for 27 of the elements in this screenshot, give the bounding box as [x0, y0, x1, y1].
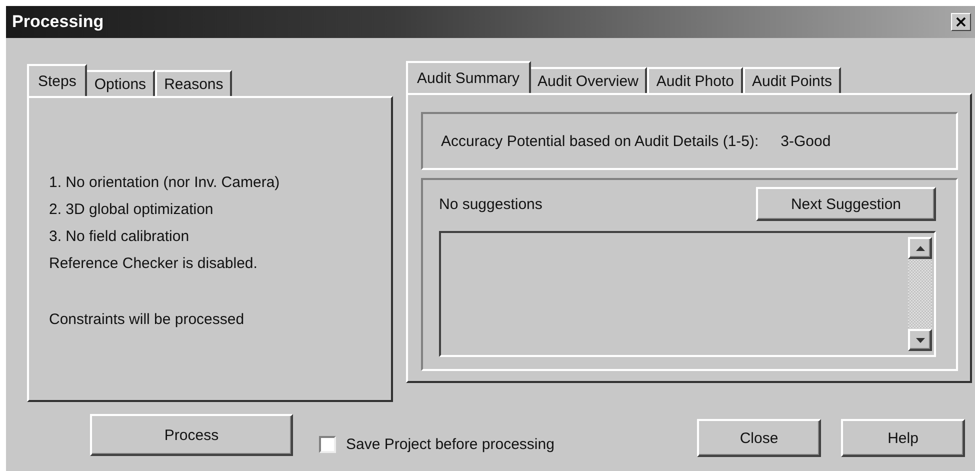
tab[interactable]: Audit Points — [742, 67, 842, 93]
accuracy-label: Accuracy Potential based on Audit Details (1-5): — [441, 132, 759, 150]
close-button[interactable]: × — [951, 13, 971, 31]
next-suggestion-button[interactable]: Next Suggestion — [756, 187, 936, 221]
suggestions-status: No suggestions — [439, 196, 542, 212]
step-line: Reference Checker is disabled. — [49, 254, 258, 274]
tab[interactable]: Reasons — [155, 70, 232, 96]
null[interactable]: Help — [841, 419, 965, 457]
tab[interactable]: Audit Overview — [528, 67, 648, 93]
scrollbar[interactable] — [908, 237, 932, 351]
accuracy-value: 3-Good — [780, 132, 831, 150]
scroll-up-icon — [916, 246, 924, 250]
tab[interactable]: Audit Summary — [406, 61, 531, 93]
constraints-note: Constraints will be processed — [49, 310, 246, 330]
process-button[interactable]: Process — [90, 414, 293, 456]
checkbox-label: Save Project before processing — [346, 436, 554, 452]
null[interactable]: Close — [697, 419, 821, 457]
step-line: 2. 3D global optimization — [49, 200, 214, 220]
suggestions-list[interactable] — [439, 231, 936, 357]
step-line: 3. No field calibration — [49, 227, 190, 247]
tab[interactable]: Options — [85, 70, 156, 96]
tab[interactable]: Steps — [27, 64, 88, 96]
step-line: 1. No orientation (nor Inv. Camera) — [49, 173, 281, 193]
tab[interactable]: Audit Photo — [647, 67, 743, 93]
checkbox[interactable] — [319, 436, 336, 452]
window-title: Processing — [12, 12, 104, 32]
scroll-down-icon — [916, 338, 924, 342]
